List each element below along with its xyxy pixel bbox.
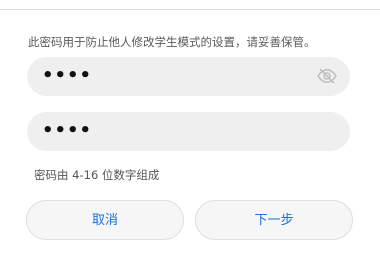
dialog-top-edge <box>0 0 380 10</box>
password-input[interactable]: •••• <box>27 57 350 96</box>
password-hint: 密码由 4-16 位数字组成 <box>34 168 160 182</box>
confirm-password-masked-value: •••• <box>42 120 93 141</box>
password-masked-value: •••• <box>42 65 93 86</box>
confirm-password-input[interactable]: •••• <box>27 112 350 151</box>
eye-off-icon[interactable] <box>316 66 338 86</box>
dialog-description: 此密码用于防止他人修改学生模式的设置，请妥善保管。 <box>28 35 316 49</box>
cancel-button[interactable]: 取消 <box>26 200 184 240</box>
student-mode-password-dialog: 此密码用于防止他人修改学生模式的设置，请妥善保管。 •••• •••• 密码由 … <box>0 0 380 253</box>
next-button[interactable]: 下一步 <box>195 200 353 240</box>
